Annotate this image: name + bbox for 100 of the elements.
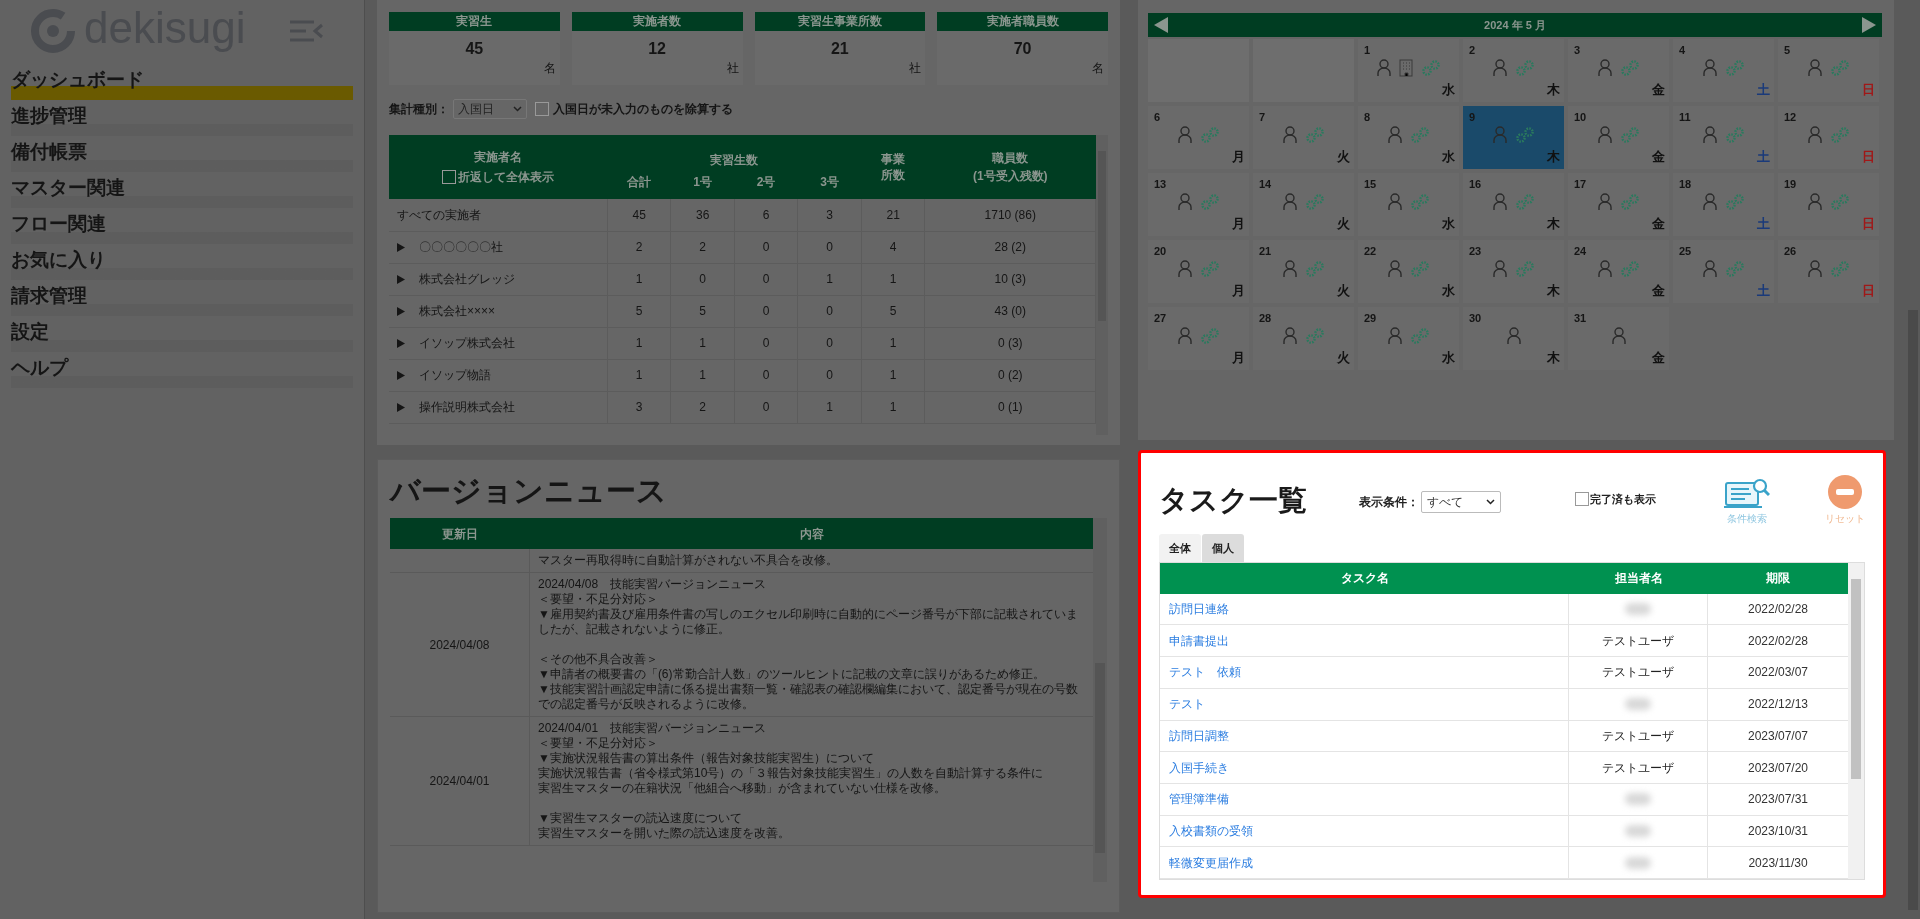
tab[interactable]: 全体 [1159, 534, 1201, 562]
calendar-day[interactable]: 30 木 [1463, 307, 1564, 370]
calendar-day[interactable]: 19 日 [1778, 173, 1879, 236]
filter-select[interactable]: 入国日 [453, 99, 527, 119]
calendar-title: 2024 年 5 月 [1484, 17, 1546, 33]
table-scrollbar[interactable] [1093, 518, 1107, 882]
task-link[interactable]: 申請書提出 [1169, 631, 1229, 650]
task-link[interactable]: 入国手続き [1169, 758, 1229, 777]
minus-circle-icon [1828, 475, 1862, 509]
news-text: ＜要望・不足分対応＞ [538, 736, 659, 751]
calendar-day[interactable]: 23 木 [1463, 240, 1564, 303]
calendar-day[interactable]: 17 金 [1568, 173, 1669, 236]
task-link[interactable]: テスト 依頼 [1169, 663, 1241, 682]
calendar-day[interactable]: 24 金 [1568, 240, 1669, 303]
tab[interactable]: 個人 [1202, 534, 1244, 562]
checkbox[interactable] [535, 102, 549, 116]
day-number: 11 [1679, 110, 1691, 125]
calendar-day[interactable]: 5 日 [1778, 39, 1879, 102]
table-cell: 1 [797, 263, 862, 295]
column-header: タスク名 [1339, 570, 1390, 588]
table-cell-text: 操作説明株式会社 [419, 399, 515, 416]
calendar-day[interactable]: 11 土 [1673, 106, 1774, 169]
task-link[interactable]: 軽微変更届作成 [1169, 853, 1253, 872]
day-number: 2 [1469, 43, 1476, 58]
column-header: 2号 [734, 169, 798, 199]
column-header: 職員数 (1号受入残数) [924, 135, 1096, 199]
calendar-day[interactable]: 4 土 [1673, 39, 1774, 102]
search-button[interactable]: 条件検索 [1724, 477, 1770, 526]
calendar-day[interactable]: 12 日 [1778, 106, 1879, 169]
news-text: ▼技能実習計画認定申請に係る提出書類一覧・確認表の確認欄編集において、認定番号が現在の号数での認定番号が反映されるように改修。 [538, 682, 1079, 712]
day-number: 13 [1154, 177, 1167, 192]
calendar-day[interactable]: 31 金 [1568, 307, 1669, 370]
next-month-icon[interactable] [1862, 17, 1876, 33]
calendar-day[interactable]: 26 日 [1778, 240, 1879, 303]
calendar-day[interactable]: 8 水 [1358, 106, 1459, 169]
day-number: 16 [1469, 177, 1482, 192]
stat-unit: 名 [1091, 60, 1105, 77]
table-cell: 1 [861, 391, 925, 423]
calendar-day[interactable]: 14 火 [1253, 173, 1354, 236]
filter-select[interactable]: すべて [1421, 491, 1501, 513]
table-cell: 2 [607, 231, 671, 263]
table-scrollbar[interactable] [1096, 135, 1108, 435]
calendar-day[interactable]: 3 金 [1568, 39, 1669, 102]
table-cell: 1 [607, 327, 671, 359]
day-number: 14 [1259, 177, 1272, 192]
calendar-day[interactable]: 13 月 [1148, 173, 1249, 236]
calendar-day[interactable]: 20 月 [1148, 240, 1249, 303]
task-link[interactable]: 入校書類の受領 [1169, 821, 1253, 840]
calendar-day[interactable]: 28 火 [1253, 307, 1354, 370]
table-cell: 1 [607, 263, 671, 295]
day-number: 29 [1364, 311, 1377, 326]
reset-button[interactable]: リセット [1825, 475, 1865, 526]
calendar-day[interactable]: 16 木 [1463, 173, 1564, 236]
task-link[interactable]: 訪問日連絡 [1169, 600, 1229, 619]
table-cell: 43 (0) [924, 295, 1096, 327]
calendar-day[interactable]: 21 火 [1253, 240, 1354, 303]
weekday-label: 月 [1232, 281, 1245, 300]
table-cell: 2 [670, 231, 735, 263]
calendar-day[interactable]: 25 土 [1673, 240, 1774, 303]
column-header: 1号 [670, 169, 735, 199]
table-cell: 0 [734, 359, 798, 391]
table-cell: 5 [861, 295, 925, 327]
news-text: ▼雇用契約書及び雇用条件書の写しのエクセル印刷時に自動的にページ番号が下部に記載されていましたが、記載されないように修正。 [538, 607, 1079, 637]
calendar-day[interactable]: 10 金 [1568, 106, 1669, 169]
table-cell: 5 [607, 295, 671, 327]
calendar-day[interactable]: 7 火 [1253, 106, 1354, 169]
calendar-day[interactable]: 6 月 [1148, 106, 1249, 169]
checkbox[interactable] [442, 170, 457, 184]
expand-icon[interactable] [397, 370, 405, 380]
task-link[interactable]: 訪問日調整 [1169, 726, 1229, 745]
calendar-day[interactable]: 27 月 [1148, 307, 1249, 370]
news-text: ＜その他不具合改善＞ [538, 652, 659, 667]
checkbox[interactable] [1575, 492, 1589, 507]
filter-label: 集計種別： [389, 101, 449, 118]
previous-month-icon[interactable] [1154, 17, 1168, 33]
calendar-day[interactable]: 18 土 [1673, 173, 1774, 236]
calendar-day[interactable]: 29 水 [1358, 307, 1459, 370]
weekday-label: 金 [1652, 281, 1665, 300]
expand-icon[interactable] [397, 306, 405, 316]
weekday-label: 土 [1757, 80, 1770, 99]
calendar-day[interactable]: 15 水 [1358, 173, 1459, 236]
weekday-label: 水 [1442, 80, 1455, 99]
day-number: 7 [1259, 110, 1266, 125]
table-cell: 1 [670, 327, 735, 359]
calendar-day[interactable]: 2 木 [1463, 39, 1564, 102]
day-number: 26 [1784, 244, 1797, 259]
calendar-day[interactable]: 22 水 [1358, 240, 1459, 303]
task-link[interactable]: 管理簿準備 [1169, 790, 1229, 809]
expand-icon[interactable] [397, 274, 405, 284]
expand-icon[interactable] [397, 402, 405, 412]
logo-icon [30, 8, 76, 54]
table-cell: 2023/07/31 [1747, 792, 1809, 807]
weekday-label: 木 [1547, 147, 1560, 166]
calendar-day[interactable]: 9 木 [1463, 106, 1564, 169]
table-cell-text: すべての実施者 [397, 206, 481, 224]
expand-icon[interactable] [397, 338, 405, 348]
task-link[interactable]: テスト [1169, 695, 1205, 714]
table-scrollbar[interactable] [1848, 563, 1864, 879]
expand-icon[interactable] [397, 242, 405, 252]
calendar-day[interactable]: 1 水 [1358, 39, 1459, 102]
